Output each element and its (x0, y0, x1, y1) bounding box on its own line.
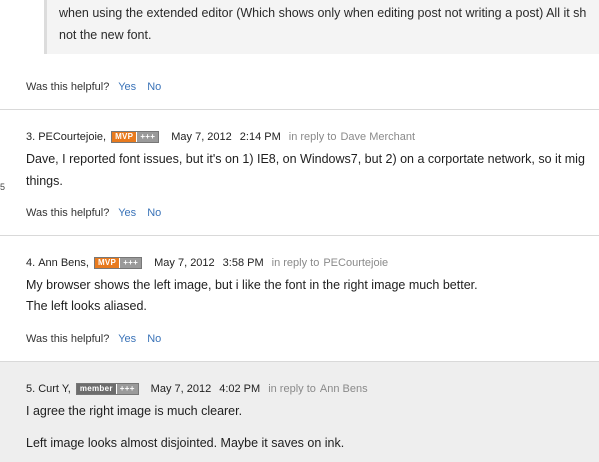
helpful-row: Was this helpful? Yes No (26, 81, 169, 93)
mvp-badge: MVP +++ (93, 257, 143, 269)
author-name[interactable]: PECourtejoie, (38, 131, 106, 143)
post-body-line: My browser shows the left image, but i l… (26, 278, 478, 292)
helpful-yes-link[interactable]: Yes (118, 81, 136, 93)
mvp-badge: MVP +++ (111, 131, 160, 143)
post-number: 5. (26, 383, 36, 395)
reply-prefix: in reply to (288, 131, 337, 143)
helpful-no-link[interactable]: No (147, 207, 161, 219)
quote-line: when using the extended editor (Which sh… (59, 6, 587, 20)
helpful-label: Was this helpful? (26, 81, 110, 93)
badge-level: +++ (136, 132, 159, 142)
post-body-line: Left image looks almost disjointed. Mayb… (26, 436, 345, 450)
post-body-line: I agree the right image is much clearer. (26, 404, 243, 418)
helpful-row: Was this helpful? Yes No (26, 333, 169, 345)
post-date: May 7, 2012 (154, 257, 215, 269)
post-number: 3. (26, 131, 36, 143)
post-divider (0, 361, 599, 362)
post-date: May 7, 2012 (150, 383, 212, 395)
post-number: 4. (26, 257, 36, 269)
helpful-label: Was this helpful? (26, 207, 110, 219)
post-time: 3:58 PM (222, 257, 264, 269)
post-divider (0, 235, 599, 236)
post-body-line: Dave, I reported font issues, but it's o… (26, 152, 585, 166)
post-body-line: The left looks aliased. (26, 299, 147, 313)
helpful-row: Was this helpful? Yes No (26, 207, 169, 219)
reply-prefix: in reply to (268, 383, 316, 395)
quote-line: not the new font. (59, 28, 152, 42)
helpful-label: Was this helpful? (26, 333, 110, 345)
member-badge: member +++ (75, 383, 139, 395)
badge-type: member (76, 384, 116, 394)
reply-to-link[interactable]: Dave Merchant (340, 131, 415, 143)
post-date: May 7, 2012 (171, 131, 232, 143)
post-time: 4:02 PM (219, 383, 261, 395)
helpful-no-link[interactable]: No (147, 81, 161, 93)
helpful-no-link[interactable]: No (147, 333, 161, 345)
badge-type: MVP (94, 258, 120, 268)
helpful-yes-link[interactable]: Yes (118, 207, 136, 219)
post-meta: 3. PECourtejoie, MVP +++ May 7, 2012 2:1… (26, 131, 415, 143)
post-time: 2:14 PM (239, 131, 281, 143)
post-meta: 4. Ann Bens, MVP +++ May 7, 2012 3:58 PM… (26, 257, 388, 269)
post-body-line: things. (26, 174, 63, 188)
reply-to-link[interactable]: Ann Bens (320, 383, 368, 395)
author-name[interactable]: Ann Bens, (38, 257, 89, 269)
post-meta: 5. Curt Y, member +++ May 7, 2012 4:02 P… (26, 383, 368, 395)
reply-to-link[interactable]: PECourtejoie (323, 257, 388, 269)
author-name[interactable]: Curt Y, (38, 383, 71, 395)
badge-type: MVP (112, 132, 137, 142)
margin-mark: 5 (0, 182, 6, 192)
post-divider (0, 109, 599, 110)
reply-prefix: in reply to (271, 257, 320, 269)
badge-level: +++ (119, 258, 142, 268)
quoted-text-block: when using the extended editor (Which sh… (44, 0, 599, 54)
helpful-yes-link[interactable]: Yes (118, 333, 136, 345)
badge-level: +++ (115, 384, 138, 394)
